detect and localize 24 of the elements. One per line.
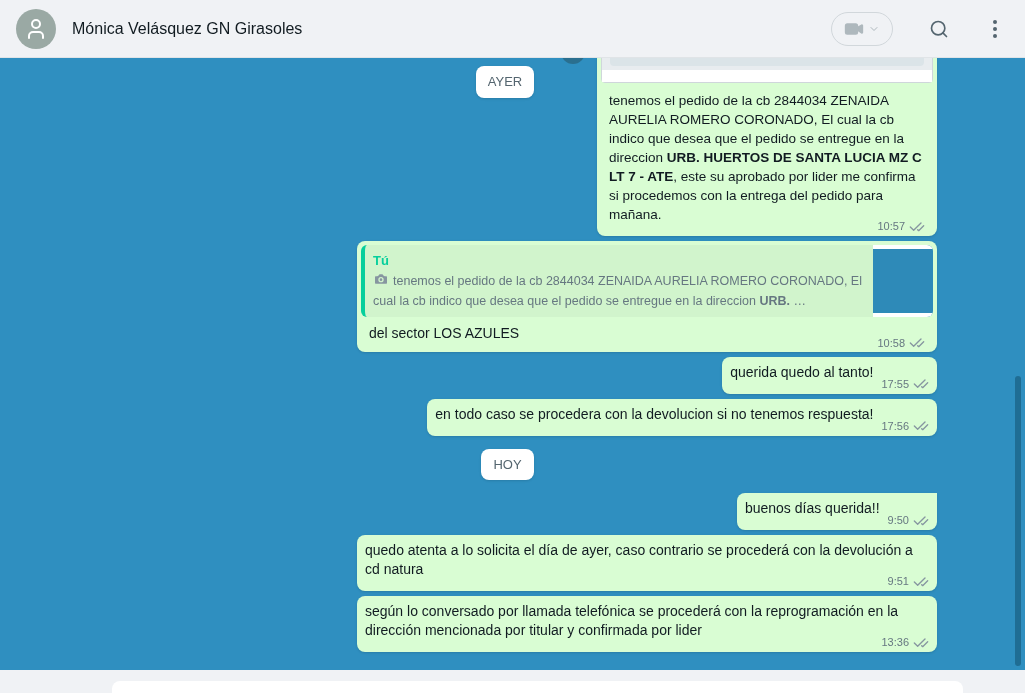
quote-author: Tú [373, 252, 390, 270]
message-text: quedo atenta a lo solicita el día de ayer, caso contrario se procederá con la devolución a cd natura [365, 542, 913, 577]
message-time: 17:55 [881, 376, 909, 392]
date-chip: AYER [475, 66, 535, 98]
menu-icon [993, 19, 997, 38]
message-time: 10:58 [877, 335, 905, 351]
scrollbar[interactable] [1010, 58, 1025, 670]
date-chip: HOY [481, 448, 534, 480]
message-time: 17:56 [881, 418, 909, 434]
message-time: 9:51 [887, 574, 909, 589]
message-text: buenos días querida!! [744, 500, 880, 516]
message-time: 9:50 [887, 513, 909, 528]
message-time: 10:57 [877, 219, 905, 234]
image-thumbnail [873, 245, 933, 317]
message-time: 13:36 [881, 635, 909, 650]
avatar[interactable] [16, 8, 56, 49]
quote-text: tenemos el pedido de la cb 2844034 ZENAIDA AURELIA ROMERO CORONADO, El cual la cb indico que desea que el pedido se entregue en la direccion URB. … [373, 270, 863, 310]
message-text: según lo conversado por llamada telefónica se procederá con la reprogramación en la dirección mencionada por titular y confirmada por lider [365, 603, 899, 638]
message-text: querida quedo al tanto! [730, 363, 874, 380]
search-icon [929, 18, 949, 39]
message-text: en todo caso se procedera con la devolucion si no tenemos respuesta! [435, 405, 874, 422]
message-text: del sector LOS AZULES [369, 324, 520, 341]
quoted-message[interactable]: Tú tenemos el pedido de la cb 2844034 ZENAIDA AURELIA ROMERO CORONADO, El cual la cb indico que desea que el pedido se entregue en la direccion URB. … [361, 245, 933, 317]
message-text: tenemos el pedido de la cb 2844034 ZENAIDA AURELIA ROMERO CORONADO, El cual la cb indico que desea que el pedido se entregue en la direccion URB. HUERTOS DE SANTA LUCIA MZ C LT 7 - ATE, este su aprobado por lider me confirma si procedemos con la entrega del pedido para mañana. [609, 93, 922, 222]
